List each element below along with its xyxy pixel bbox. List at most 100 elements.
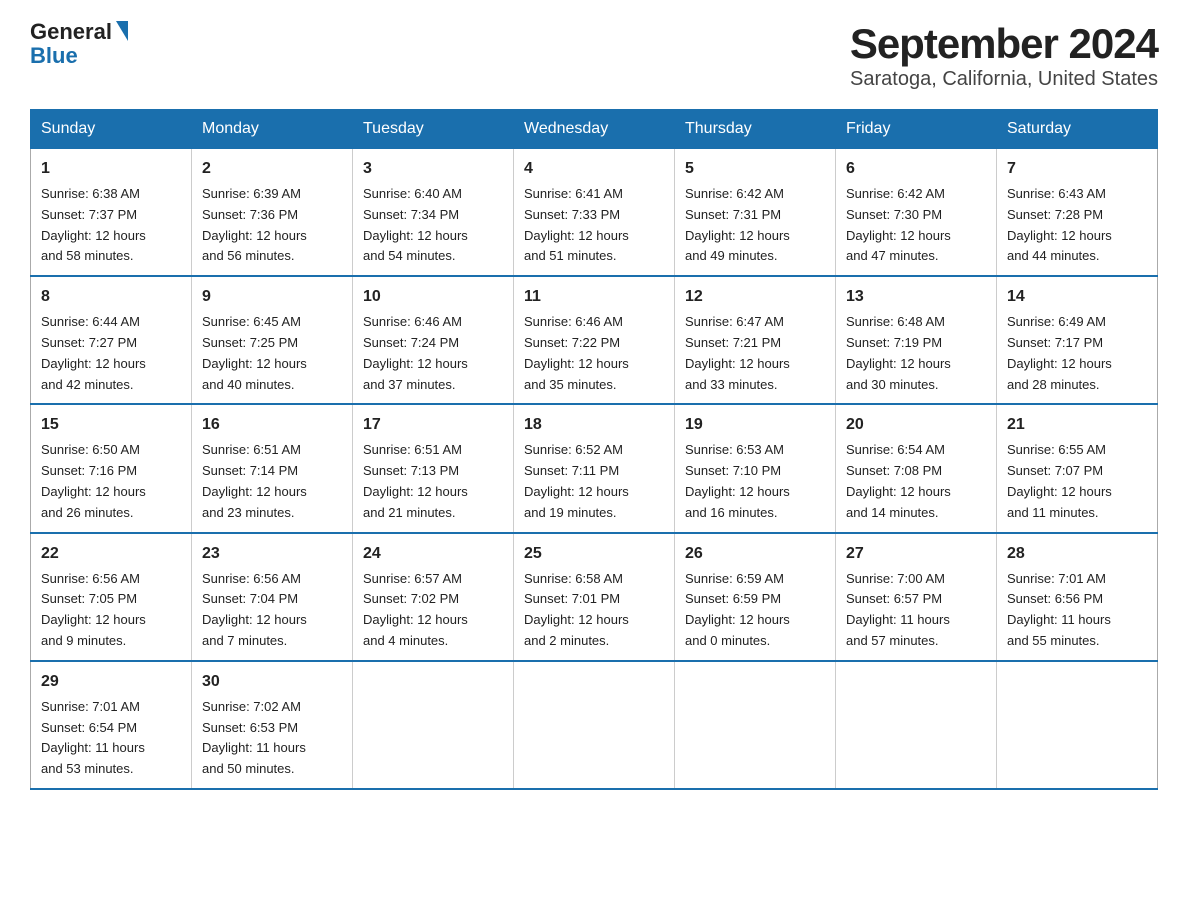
calendar-day-cell: 2 Sunrise: 6:39 AMSunset: 7:36 PMDaylight…: [192, 149, 353, 277]
day-header-friday: Friday: [836, 110, 997, 149]
calendar-day-cell: 19 Sunrise: 6:53 AMSunset: 7:10 PMDayligh…: [675, 404, 836, 532]
day-info: Sunrise: 6:55 AMSunset: 7:07 PMDaylight:…: [1007, 440, 1147, 523]
day-number: 18: [524, 413, 664, 437]
calendar-day-cell: 27 Sunrise: 7:00 AMSunset: 6:57 PMDayligh…: [836, 533, 997, 661]
logo-general: General: [30, 20, 112, 44]
day-number: 26: [685, 542, 825, 566]
day-info: Sunrise: 6:39 AMSunset: 7:36 PMDaylight:…: [202, 184, 342, 267]
day-info: Sunrise: 6:52 AMSunset: 7:11 PMDaylight:…: [524, 440, 664, 523]
day-number: 19: [685, 413, 825, 437]
day-number: 6: [846, 157, 986, 181]
day-info: Sunrise: 7:00 AMSunset: 6:57 PMDaylight:…: [846, 569, 986, 652]
calendar-day-cell: 11 Sunrise: 6:46 AMSunset: 7:22 PMDayligh…: [514, 276, 675, 404]
calendar-day-cell: 1 Sunrise: 6:38 AMSunset: 7:37 PMDaylight…: [31, 149, 192, 277]
day-number: 25: [524, 542, 664, 566]
calendar-week-row: 22Sunrise: 6:56 AMSunset: 7:05 PMDayligh…: [31, 533, 1158, 661]
day-number: 16: [202, 413, 342, 437]
calendar-empty-cell: [675, 661, 836, 789]
day-info: Sunrise: 6:56 AMSunset: 7:04 PMDaylight:…: [202, 569, 342, 652]
calendar-day-cell: 6 Sunrise: 6:42 AMSunset: 7:30 PMDaylight…: [836, 149, 997, 277]
calendar-day-cell: 29 Sunrise: 7:01 AMSunset: 6:54 PMDayligh…: [31, 661, 192, 789]
calendar-day-cell: 16Sunrise: 6:51 AMSunset: 7:14 PMDayligh…: [192, 404, 353, 532]
calendar-day-cell: 21 Sunrise: 6:55 AMSunset: 7:07 PMDayligh…: [997, 404, 1158, 532]
day-info: Sunrise: 7:01 AMSunset: 6:54 PMDaylight:…: [41, 697, 181, 780]
calendar-day-cell: 7Sunrise: 6:43 AMSunset: 7:28 PMDaylight…: [997, 149, 1158, 277]
day-info: Sunrise: 6:41 AMSunset: 7:33 PMDaylight:…: [524, 184, 664, 267]
day-info: Sunrise: 6:57 AMSunset: 7:02 PMDaylight:…: [363, 569, 503, 652]
day-number: 17: [363, 413, 503, 437]
logo: General Blue: [30, 20, 128, 68]
day-number: 30: [202, 670, 342, 694]
day-number: 14: [1007, 285, 1147, 309]
calendar-week-row: 8Sunrise: 6:44 AMSunset: 7:27 PMDaylight…: [31, 276, 1158, 404]
calendar-week-row: 1 Sunrise: 6:38 AMSunset: 7:37 PMDaylight…: [31, 149, 1158, 277]
day-number: 11: [524, 285, 664, 309]
day-header-saturday: Saturday: [997, 110, 1158, 149]
day-number: 27: [846, 542, 986, 566]
day-info: Sunrise: 6:58 AMSunset: 7:01 PMDaylight:…: [524, 569, 664, 652]
day-number: 1: [41, 157, 181, 181]
day-number: 29: [41, 670, 181, 694]
day-number: 2: [202, 157, 342, 181]
calendar-empty-cell: [514, 661, 675, 789]
calendar-day-cell: 14 Sunrise: 6:49 AMSunset: 7:17 PMDayligh…: [997, 276, 1158, 404]
page-header: General Blue September 2024 Saratoga, Ca…: [30, 20, 1158, 91]
day-info: Sunrise: 6:59 AMSunset: 6:59 PMDaylight:…: [685, 569, 825, 652]
calendar-day-cell: 4Sunrise: 6:41 AMSunset: 7:33 PMDaylight…: [514, 149, 675, 277]
day-info: Sunrise: 6:38 AMSunset: 7:37 PMDaylight:…: [41, 184, 181, 267]
calendar-day-cell: 8Sunrise: 6:44 AMSunset: 7:27 PMDaylight…: [31, 276, 192, 404]
day-info: Sunrise: 6:40 AMSunset: 7:34 PMDaylight:…: [363, 184, 503, 267]
day-info: Sunrise: 6:42 AMSunset: 7:30 PMDaylight:…: [846, 184, 986, 267]
day-number: 5: [685, 157, 825, 181]
day-info: Sunrise: 7:01 AMSunset: 6:56 PMDaylight:…: [1007, 569, 1147, 652]
logo-blue: Blue: [30, 44, 78, 68]
day-info: Sunrise: 6:44 AMSunset: 7:27 PMDaylight:…: [41, 312, 181, 395]
day-info: Sunrise: 6:45 AMSunset: 7:25 PMDaylight:…: [202, 312, 342, 395]
calendar-empty-cell: [353, 661, 514, 789]
calendar-day-cell: 20Sunrise: 6:54 AMSunset: 7:08 PMDayligh…: [836, 404, 997, 532]
day-number: 3: [363, 157, 503, 181]
calendar-day-cell: 5 Sunrise: 6:42 AMSunset: 7:31 PMDaylight…: [675, 149, 836, 277]
day-number: 28: [1007, 542, 1147, 566]
calendar-day-cell: 15Sunrise: 6:50 AMSunset: 7:16 PMDayligh…: [31, 404, 192, 532]
day-header-tuesday: Tuesday: [353, 110, 514, 149]
day-number: 13: [846, 285, 986, 309]
calendar-day-cell: 17 Sunrise: 6:51 AMSunset: 7:13 PMDayligh…: [353, 404, 514, 532]
calendar-day-cell: 18 Sunrise: 6:52 AMSunset: 7:11 PMDayligh…: [514, 404, 675, 532]
calendar-empty-cell: [997, 661, 1158, 789]
day-header-monday: Monday: [192, 110, 353, 149]
day-info: Sunrise: 6:50 AMSunset: 7:16 PMDaylight:…: [41, 440, 181, 523]
day-info: Sunrise: 6:46 AMSunset: 7:22 PMDaylight:…: [524, 312, 664, 395]
day-info: Sunrise: 6:51 AMSunset: 7:13 PMDaylight:…: [363, 440, 503, 523]
calendar-week-row: 15Sunrise: 6:50 AMSunset: 7:16 PMDayligh…: [31, 404, 1158, 532]
calendar-day-cell: 24 Sunrise: 6:57 AMSunset: 7:02 PMDayligh…: [353, 533, 514, 661]
calendar-day-cell: 9 Sunrise: 6:45 AMSunset: 7:25 PMDaylight…: [192, 276, 353, 404]
calendar-day-cell: 30 Sunrise: 7:02 AMSunset: 6:53 PMDayligh…: [192, 661, 353, 789]
logo-triangle-icon: [116, 21, 128, 41]
day-info: Sunrise: 6:53 AMSunset: 7:10 PMDaylight:…: [685, 440, 825, 523]
day-number: 20: [846, 413, 986, 437]
day-info: Sunrise: 6:48 AMSunset: 7:19 PMDaylight:…: [846, 312, 986, 395]
day-number: 12: [685, 285, 825, 309]
day-header-wednesday: Wednesday: [514, 110, 675, 149]
calendar-header-row: SundayMondayTuesdayWednesdayThursdayFrid…: [31, 110, 1158, 149]
day-info: Sunrise: 7:02 AMSunset: 6:53 PMDaylight:…: [202, 697, 342, 780]
day-header-sunday: Sunday: [31, 110, 192, 149]
day-number: 9: [202, 285, 342, 309]
day-number: 22: [41, 542, 181, 566]
day-header-thursday: Thursday: [675, 110, 836, 149]
day-number: 23: [202, 542, 342, 566]
calendar-week-row: 29 Sunrise: 7:01 AMSunset: 6:54 PMDayligh…: [31, 661, 1158, 789]
calendar-empty-cell: [836, 661, 997, 789]
day-info: Sunrise: 6:43 AMSunset: 7:28 PMDaylight:…: [1007, 184, 1147, 267]
calendar-table: SundayMondayTuesdayWednesdayThursdayFrid…: [30, 109, 1158, 790]
day-number: 24: [363, 542, 503, 566]
day-info: Sunrise: 6:42 AMSunset: 7:31 PMDaylight:…: [685, 184, 825, 267]
day-info: Sunrise: 6:49 AMSunset: 7:17 PMDaylight:…: [1007, 312, 1147, 395]
calendar-day-cell: 26 Sunrise: 6:59 AMSunset: 6:59 PMDayligh…: [675, 533, 836, 661]
day-number: 10: [363, 285, 503, 309]
calendar-day-cell: 22Sunrise: 6:56 AMSunset: 7:05 PMDayligh…: [31, 533, 192, 661]
day-number: 21: [1007, 413, 1147, 437]
calendar-day-cell: 12Sunrise: 6:47 AMSunset: 7:21 PMDayligh…: [675, 276, 836, 404]
calendar-day-cell: 13 Sunrise: 6:48 AMSunset: 7:19 PMDayligh…: [836, 276, 997, 404]
